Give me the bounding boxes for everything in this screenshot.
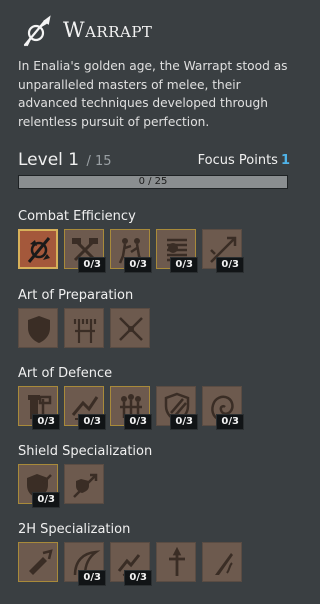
class-header: Warrapt bbox=[0, 0, 307, 56]
section-title: Shield Specialization bbox=[18, 444, 153, 459]
skill-rank-badge: 0/3 bbox=[32, 492, 60, 508]
shield-icon bbox=[28, 316, 50, 343]
skill-rank-badge: 0/3 bbox=[124, 414, 152, 430]
skill-button[interactable]: 0/3 bbox=[110, 229, 152, 273]
skill-rank-badge: 0/3 bbox=[32, 414, 60, 430]
skill-button[interactable]: 0/3 bbox=[64, 542, 106, 586]
skill-button[interactable]: 0/3 bbox=[18, 464, 60, 508]
trident-weapons-icon bbox=[73, 319, 97, 343]
skill-button[interactable] bbox=[18, 308, 58, 348]
skill-rank-badge: 0/3 bbox=[78, 570, 106, 586]
skill-button[interactable]: 0/3 bbox=[110, 386, 152, 430]
skill-button[interactable] bbox=[156, 542, 196, 582]
level-label: Level 1 / 15 bbox=[18, 150, 112, 170]
gauntlet-grip-icon bbox=[29, 549, 53, 575]
skill-rank-badge: 0/3 bbox=[124, 570, 152, 586]
class-title: Warrapt bbox=[63, 18, 153, 42]
skill-row: 0/3 0/3 0/3 0/3 bbox=[18, 229, 248, 273]
skill-button[interactable]: 0/3 bbox=[156, 386, 198, 430]
greatsword-cross-icon bbox=[169, 547, 185, 576]
skill-button[interactable]: 0/3 bbox=[202, 386, 244, 430]
skill-button[interactable] bbox=[18, 229, 58, 269]
section-title: Combat Efficiency bbox=[18, 209, 136, 224]
skill-rank-badge: 0/3 bbox=[216, 257, 244, 273]
skill-rank-badge: 0/3 bbox=[78, 257, 106, 273]
section-title: Art of Defence bbox=[18, 366, 113, 381]
skill-rank-badge: 0/3 bbox=[124, 257, 152, 273]
skill-button[interactable]: 0/3 bbox=[202, 229, 244, 273]
skill-rank-badge: 0/3 bbox=[170, 414, 198, 430]
level-max: / 15 bbox=[86, 154, 112, 169]
crossed-axe-emblem-icon bbox=[27, 237, 51, 263]
skill-button[interactable] bbox=[110, 308, 150, 348]
skill-button[interactable]: 0/3 bbox=[156, 229, 198, 273]
shield-spear-icon bbox=[73, 473, 98, 498]
level-current: Level 1 bbox=[18, 150, 80, 170]
fiery-blade-icon bbox=[215, 553, 233, 575]
crossed-sword-emblem-icon bbox=[23, 15, 51, 47]
focus-points: Focus Points 1 bbox=[198, 153, 290, 168]
skill-button[interactable] bbox=[18, 542, 58, 582]
skill-button[interactable]: 0/3 bbox=[64, 229, 106, 273]
skill-button[interactable]: 0/3 bbox=[18, 386, 60, 430]
skill-button[interactable]: 0/3 bbox=[64, 386, 106, 430]
section-title: 2H Specialization bbox=[18, 522, 131, 537]
skill-button[interactable]: 0/3 bbox=[110, 542, 152, 586]
crossed-weapons-icon bbox=[119, 317, 143, 341]
skill-row: 0/3 0/3 0/3 0/3 0/3 bbox=[18, 386, 248, 430]
skill-rank-badge: 0/3 bbox=[216, 414, 244, 430]
focus-points-label: Focus Points bbox=[197, 153, 278, 168]
class-description: In Enalia's golden age, the Warrapt stoo… bbox=[18, 59, 288, 129]
focus-points-value: 1 bbox=[280, 153, 290, 168]
skill-rank-badge: 0/3 bbox=[78, 414, 106, 430]
skill-rank-badge: 0/3 bbox=[170, 257, 198, 273]
skill-button[interactable] bbox=[64, 308, 104, 348]
skill-button[interactable] bbox=[202, 542, 242, 582]
skill-row: 0/3 bbox=[18, 464, 248, 508]
skill-row: 0/3 0/3 bbox=[18, 542, 248, 586]
section-title: Art of Preparation bbox=[18, 288, 134, 303]
experience-bar: 0 / 25 bbox=[18, 175, 288, 189]
level-row: Level 1 / 15 Focus Points 1 bbox=[18, 150, 290, 174]
experience-bar-text: 0 / 25 bbox=[138, 176, 168, 187]
skill-row bbox=[18, 308, 248, 352]
skill-button[interactable] bbox=[64, 464, 104, 504]
